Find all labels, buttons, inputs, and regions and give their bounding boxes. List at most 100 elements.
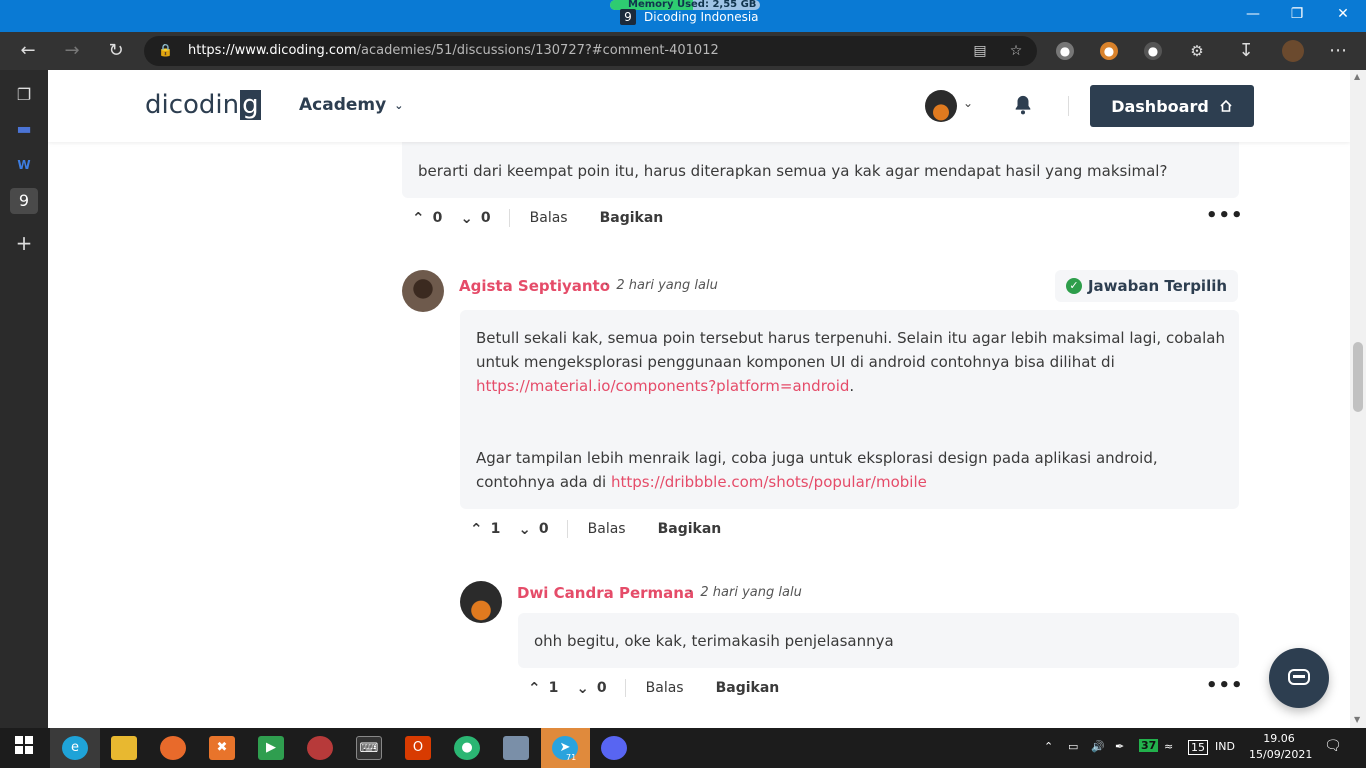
minimize-button[interactable]: —	[1238, 6, 1268, 22]
calendar-badge[interactable]: 15	[1188, 740, 1208, 755]
extension-1-icon[interactable]: ●	[1056, 42, 1074, 60]
downloads-icon[interactable]: ↧	[1233, 39, 1259, 63]
author-name[interactable]: Dwi Candra Permana	[517, 584, 694, 602]
author-name[interactable]: Agista Septiyanto	[459, 277, 610, 295]
window-title-text: Dicoding Indonesia	[644, 10, 759, 24]
bell-icon[interactable]	[1012, 94, 1034, 116]
address-bar[interactable]: 🔒 https://www.dicoding.com/academies/51/…	[144, 36, 1037, 66]
dashboard-button[interactable]: Dashboard	[1090, 85, 1254, 127]
user-avatar[interactable]	[925, 90, 957, 122]
close-window-button[interactable]: ✕	[1328, 6, 1358, 22]
url-text[interactable]: https://www.dicoding.com/academies/51/di…	[188, 43, 719, 58]
scroll-up-icon[interactable]: ▲	[1354, 72, 1360, 81]
comment-text: ohh begitu, oke kak, terimakasih penjela…	[534, 632, 894, 650]
comment-body: Betull sekali kak, semua poin tersebut h…	[460, 310, 1239, 509]
screen-app-icon[interactable]	[503, 736, 529, 760]
author-avatar[interactable]	[402, 270, 444, 312]
xampp-icon[interactable]: ✖	[209, 736, 235, 760]
window-titlebar: Memory Used: 2,55 GB 9 Dicoding Indonesi…	[0, 0, 1366, 32]
firefox-icon[interactable]	[160, 736, 186, 760]
restore-button[interactable]: ❐	[1282, 6, 1312, 22]
upvote-count: 0	[432, 210, 443, 226]
clock-date: 15/09/2021	[1249, 748, 1313, 761]
profile-avatar[interactable]	[1282, 40, 1304, 62]
check-circle-icon: ✓	[1065, 278, 1082, 294]
dicoding-logo[interactable]: dicodin g	[145, 90, 261, 120]
downvote-button[interactable]: ⌄ 0	[576, 679, 606, 697]
meet-icon[interactable]: ▶	[258, 736, 284, 760]
comment-actions: ⌃ 1 ⌄ 0 Balas Bagikan	[470, 520, 753, 538]
reply-button[interactable]: Balas	[646, 680, 684, 696]
downvote-button[interactable]: ⌄ 0	[518, 520, 548, 538]
file-explorer-icon[interactable]	[111, 736, 137, 760]
language-indicator[interactable]: IND	[1215, 740, 1235, 753]
office-icon[interactable]: O	[405, 736, 431, 760]
tab-1-icon[interactable]: ▬	[10, 116, 38, 142]
material-link[interactable]: https://material.io/components?platform=…	[476, 377, 849, 395]
actions-divider	[624, 679, 626, 697]
refresh-button[interactable]: ↻	[103, 39, 129, 63]
windows-start-icon[interactable]	[11, 736, 37, 760]
site-header: dicodin g Academy ⌄ ⌄ Dashboard	[48, 70, 1350, 142]
reader-mode-icon[interactable]: ▤	[970, 43, 990, 59]
comment-text: berarti dari keempat poin itu, harus dit…	[418, 162, 1168, 180]
more-options-icon[interactable]: •••	[1206, 675, 1244, 696]
academy-menu[interactable]: Academy ⌄	[299, 95, 403, 115]
share-button[interactable]: Bagikan	[658, 521, 722, 537]
reply-button[interactable]: Balas	[588, 521, 626, 537]
downvote-count: 0	[538, 521, 549, 537]
paint-icon[interactable]	[307, 736, 333, 760]
taskbar-clock[interactable]: 19.06 15/09/2021	[1249, 731, 1313, 763]
chevron-down-icon[interactable]: ⌄	[963, 96, 973, 110]
scroll-down-icon[interactable]: ▼	[1354, 715, 1360, 724]
share-button[interactable]: Bagikan	[600, 210, 664, 226]
extensions-puzzle-icon[interactable]: ⚙	[1184, 39, 1210, 63]
new-tab-icon[interactable]: +	[10, 230, 38, 256]
upvote-button[interactable]: ⌃ 1	[528, 679, 558, 697]
tray-overflow-icon[interactable]: ⌃	[1044, 740, 1053, 753]
edge-icon[interactable]: e	[62, 736, 88, 760]
upvote-button[interactable]: ⌃ 0	[412, 209, 442, 227]
comment-time: · 2 hari yang lalu	[688, 585, 802, 600]
comment-paragraph-2: Agar tampilan lebih menraik lagi, coba j…	[476, 449, 1158, 491]
page-scrollbar[interactable]: ▲ ▼	[1350, 70, 1366, 728]
windows-taskbar: e ✖ ▶ ⌨ O ● ➤ 71 ⌃ ▭ 🔊 ✒ 37 ≈ 15 IND 19.…	[0, 728, 1366, 768]
reply-button[interactable]: Balas	[530, 210, 568, 226]
battery-icon[interactable]: ▭	[1068, 740, 1078, 753]
chat-button[interactable]	[1269, 648, 1329, 708]
arrow-down-icon: ⌄	[460, 209, 473, 227]
extension-3-icon[interactable]: ●	[1144, 42, 1162, 60]
browser-toolbar: ← → ↻ 🔒 https://www.dicoding.com/academi…	[0, 32, 1366, 70]
arrow-down-icon: ⌄	[576, 679, 589, 697]
forward-button[interactable]: →	[59, 39, 85, 63]
arrow-up-icon: ⌃	[470, 520, 483, 538]
upvote-count: 1	[490, 521, 501, 537]
page-viewport: dicodin g Academy ⌄ ⌄ Dashboard berarti d…	[48, 70, 1350, 728]
dribbble-link[interactable]: https://dribbble.com/shots/popular/mobil…	[611, 473, 927, 491]
scrollbar-thumb[interactable]	[1353, 342, 1363, 412]
back-button[interactable]: ←	[15, 39, 41, 63]
extension-2-icon[interactable]: ●	[1100, 42, 1118, 60]
wifi-icon[interactable]: ≈	[1164, 740, 1173, 753]
comment-actions: ⌃ 0 ⌄ 0 Balas Bagikan	[412, 209, 695, 227]
arrow-down-icon: ⌄	[518, 520, 531, 538]
more-options-icon[interactable]: •••	[1206, 205, 1244, 226]
tab-word-icon[interactable]: W	[10, 152, 38, 178]
tab-actions-icon[interactable]: ❐	[10, 82, 38, 108]
discord-icon[interactable]	[601, 736, 627, 760]
pen-icon[interactable]: ✒	[1115, 740, 1124, 753]
share-button[interactable]: Bagikan	[716, 680, 780, 696]
tab-dicoding-icon[interactable]: 9	[10, 188, 38, 214]
keyboard-icon[interactable]: ⌨	[356, 736, 382, 760]
downvote-button[interactable]: ⌄ 0	[460, 209, 490, 227]
author-avatar[interactable]	[460, 581, 502, 623]
notifications-icon[interactable]: 🗨	[1324, 738, 1342, 754]
browser-menu-icon[interactable]: ⋯	[1325, 39, 1351, 63]
media-app-icon[interactable]: ●	[454, 736, 480, 760]
volume-icon[interactable]: 🔊	[1091, 740, 1105, 753]
favorite-star-icon[interactable]: ☆	[1006, 43, 1026, 59]
upvote-button[interactable]: ⌃ 1	[470, 520, 500, 538]
arrow-up-icon: ⌃	[412, 209, 425, 227]
home-icon	[1220, 99, 1232, 112]
comment-actions: ⌃ 1 ⌄ 0 Balas Bagikan	[528, 679, 811, 697]
